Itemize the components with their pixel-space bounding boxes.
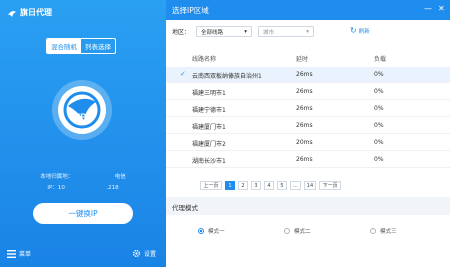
- table-row[interactable]: 湖南长沙市1 26ms 0%: [166, 152, 450, 168]
- left-panel: 旗日代理 混合随机 列表选择 IP 本地归属地： 电信 IP：10 .218 一…: [0, 0, 166, 267]
- radio-icon: [284, 228, 290, 234]
- row-load: 0%: [374, 139, 384, 146]
- minimize-icon[interactable]: —: [424, 4, 432, 13]
- region-select-value: 全部线路: [201, 29, 224, 36]
- filter-bar: 地区： 全部线路 ▾ 城市 ▾: [172, 26, 315, 37]
- page-button[interactable]: 4: [264, 181, 274, 190]
- row-load: 0%: [374, 105, 384, 112]
- next-page-button[interactable]: 下一页: [319, 181, 342, 190]
- mode-tabs: 混合随机 列表选择: [46, 38, 116, 54]
- col-latency: 延时: [296, 56, 309, 63]
- tab-list-select[interactable]: 列表选择: [81, 39, 115, 53]
- radio-checked-icon: [198, 228, 204, 234]
- gear-icon: [132, 249, 141, 258]
- row-load: 0%: [374, 88, 384, 95]
- row-latency: 26ms: [296, 71, 313, 78]
- city-select[interactable]: 城市 ▾: [258, 26, 315, 37]
- proxy-mode-option-3[interactable]: 模式三: [370, 227, 397, 235]
- tab-mixed-random[interactable]: 混合随机: [47, 39, 81, 53]
- menu-button[interactable]: 菜单: [7, 249, 31, 258]
- refresh-icon: ↻: [350, 26, 357, 35]
- proxy-mode-header: 代理模式: [166, 197, 450, 215]
- title-bar: 选择IP区域 — ✕: [166, 0, 450, 20]
- table-row[interactable]: 福建宁德市1 26ms 0%: [166, 101, 450, 117]
- table-header: 线路名称 延时 负载: [166, 52, 450, 64]
- table-row[interactable]: ✓ 云南西双板纳傣族自治州1 26ms 0%: [166, 67, 450, 83]
- row-name: 福建宁德市1: [192, 107, 226, 114]
- ip-line: IP：10 .218: [0, 183, 166, 191]
- page-button[interactable]: 2: [238, 181, 248, 190]
- page-button[interactable]: 14: [303, 181, 317, 190]
- page-button[interactable]: 5: [277, 181, 287, 190]
- svg-text:IP: IP: [78, 112, 87, 122]
- row-latency: 26ms: [296, 105, 313, 112]
- status-globe: IP: [52, 80, 112, 140]
- col-name: 线路名称: [192, 56, 217, 63]
- location-line: 本地归属地： 电信: [0, 172, 166, 180]
- refresh-button[interactable]: ↻ 刷新: [350, 26, 370, 35]
- col-load: 负载: [374, 56, 387, 63]
- location-isp: 电信: [114, 174, 126, 180]
- row-name: 福建厦门市1: [192, 124, 226, 131]
- app-name: 旗日代理: [20, 8, 52, 17]
- row-name: 云南西双板纳傣族自治州1: [192, 73, 262, 80]
- table-row[interactable]: 福建厦门市2 20ms 0%: [166, 135, 450, 151]
- proxy-mode-option-2[interactable]: 模式二: [284, 227, 311, 235]
- proxy-mode-option-1[interactable]: 模式一: [198, 227, 225, 235]
- check-icon: ✓: [180, 70, 186, 78]
- row-latency: 20ms: [296, 139, 313, 146]
- left-footer: 菜单 设置: [0, 244, 166, 267]
- refresh-label: 刷新: [358, 28, 370, 35]
- page-ellipsis: ...: [290, 181, 301, 190]
- page-button[interactable]: 1: [225, 181, 235, 190]
- row-name: 福建厦门市2: [192, 141, 226, 148]
- page-button[interactable]: 3: [251, 181, 261, 190]
- pagination: 上一页 1 2 3 4 5 ... 14 下一页: [200, 181, 342, 190]
- menu-label: 菜单: [19, 251, 32, 258]
- proxy-mode-section: 代理模式 模式一 模式二 模式三: [166, 197, 450, 267]
- chevron-down-icon: ▾: [244, 28, 248, 35]
- settings-button[interactable]: 设置: [132, 249, 156, 258]
- globe-icon: IP: [58, 86, 106, 134]
- row-load: 0%: [374, 122, 384, 129]
- row-name: 福建三明市1: [192, 90, 226, 97]
- row-latency: 26ms: [296, 156, 313, 163]
- radio-icon: [370, 228, 376, 234]
- proxy-mode-label: 模式二: [294, 229, 311, 235]
- location-prefix: 本地归属地：: [40, 174, 74, 180]
- close-icon[interactable]: ✕: [438, 4, 445, 13]
- row-load: 0%: [374, 156, 384, 163]
- right-panel: 选择IP区域 — ✕ 地区： 全部线路 ▾ 城市 ▾ ↻ 刷新 线路名称 延时 …: [166, 0, 450, 267]
- ip-globe-icon: IP: [63, 91, 101, 129]
- proxy-mode-label: 模式一: [208, 229, 225, 235]
- ip-prefix: IP：10: [47, 185, 65, 191]
- app-brand: 旗日代理: [7, 7, 52, 18]
- table-row[interactable]: 福建三明市1 26ms 0%: [166, 84, 450, 100]
- table-row[interactable]: 福建厦门市1 26ms 0%: [166, 118, 450, 134]
- ip-suffix: .218: [106, 185, 119, 191]
- region-label: 地区：: [172, 29, 191, 36]
- row-load: 0%: [374, 71, 384, 78]
- proxy-mode-title: 代理模式: [172, 204, 198, 212]
- prev-page-button[interactable]: 上一页: [200, 181, 222, 190]
- proxy-mode-label: 模式三: [380, 229, 397, 235]
- row-name: 湖南长沙市1: [192, 158, 226, 165]
- region-select[interactable]: 全部线路 ▾: [196, 26, 253, 37]
- switch-ip-button[interactable]: 一键换IP: [33, 203, 133, 224]
- row-latency: 26ms: [296, 88, 313, 95]
- panel-title: 选择IP区域: [172, 6, 209, 15]
- menu-icon: [7, 249, 16, 258]
- row-latency: 26ms: [296, 122, 313, 129]
- city-select-value: 城市: [263, 29, 275, 36]
- chevron-down-icon: ▾: [306, 28, 310, 35]
- settings-label: 设置: [144, 251, 157, 258]
- logo-icon: [8, 10, 16, 17]
